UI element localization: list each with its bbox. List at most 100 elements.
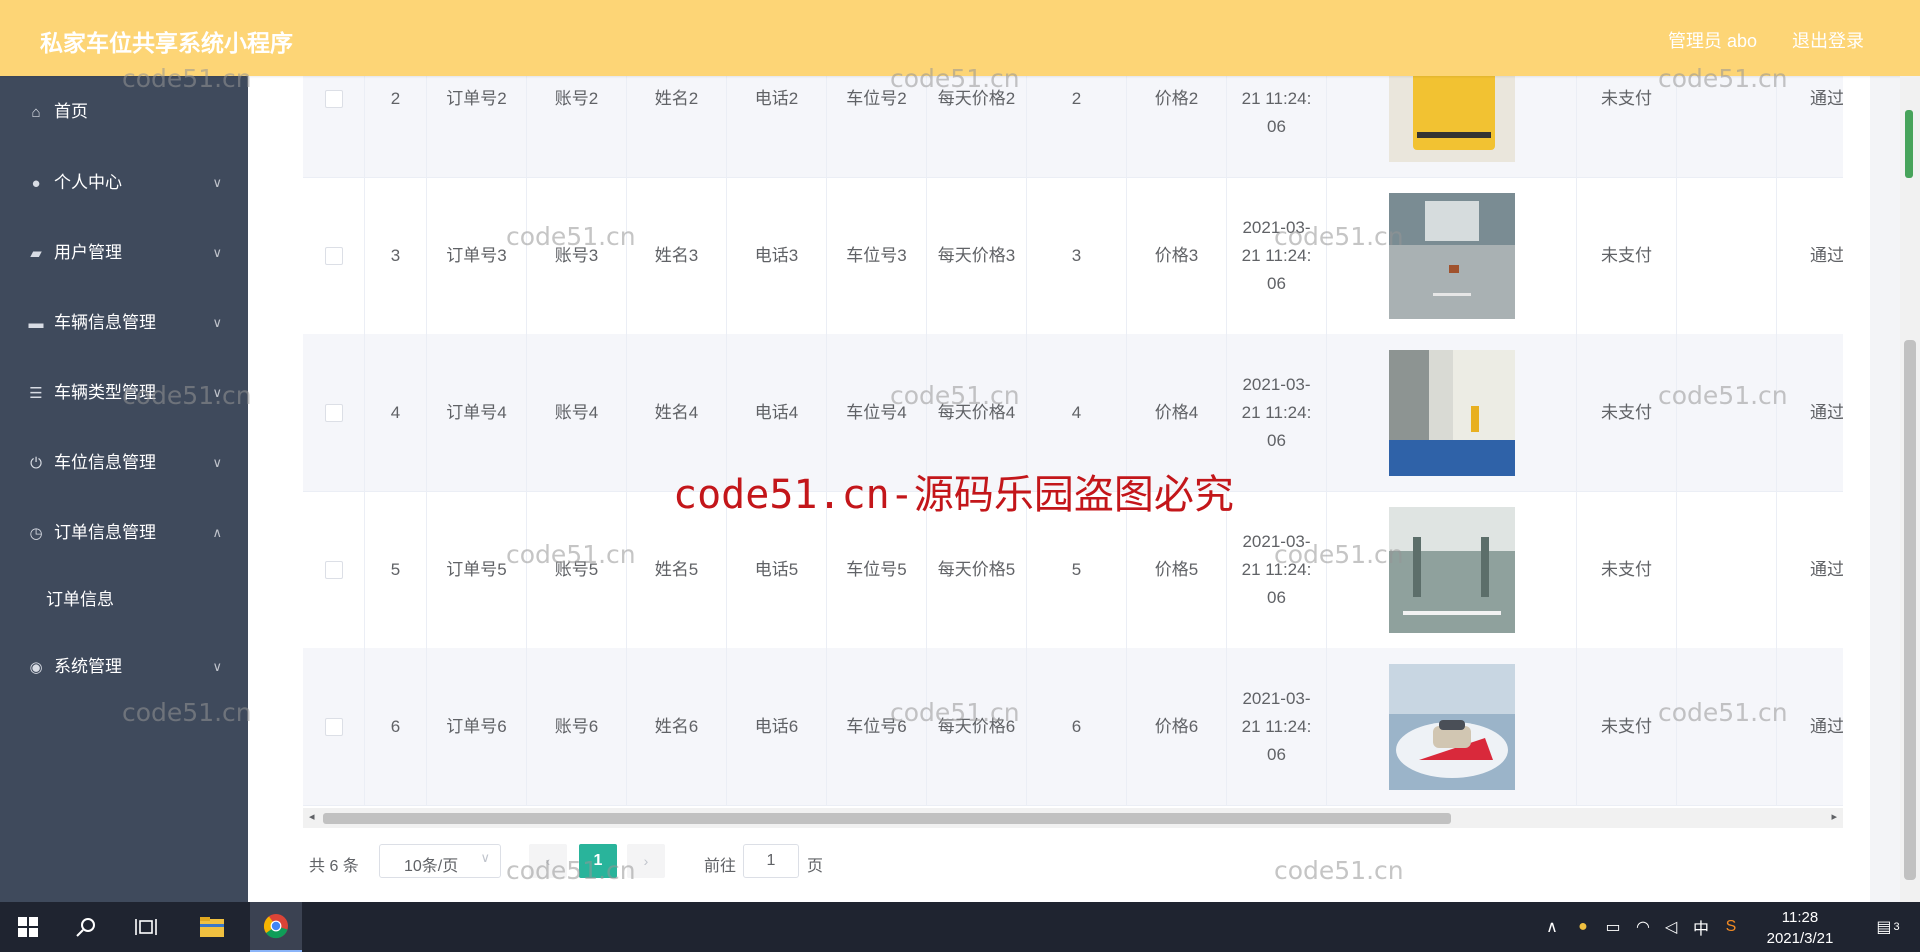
sidebar-menu: ⌂ 首页 ● 个人中心 ∨ ▰ 用户管理 ∨ ▬ 车辆信息管理 ∨ ☰ 车辆类型管理 ∨ … xyxy=(0,76,248,902)
page-number-current[interactable]: 1 xyxy=(579,844,617,878)
prev-page-button[interactable]: ‹ xyxy=(529,844,567,878)
sidebar-item-order-management[interactable]: ◷ 订单信息管理 ∧ xyxy=(0,498,248,568)
logout-button[interactable]: 退出登录 xyxy=(1792,31,1864,51)
empty-cell xyxy=(1677,334,1777,491)
tray-battery[interactable]: ▭ xyxy=(1600,902,1626,952)
goto-label: 前往 xyxy=(704,858,737,875)
parking-sign-photo xyxy=(1388,76,1515,162)
review-status[interactable]: 通过 xyxy=(1777,334,1843,491)
days: 2 xyxy=(1027,76,1127,177)
user-icon: ● xyxy=(31,175,41,192)
space-photo xyxy=(1327,491,1577,648)
space-number: 车位号4 xyxy=(827,334,927,491)
account: 账号6 xyxy=(527,648,627,805)
account: 账号2 xyxy=(527,76,627,177)
sidebar-item-label: 订单信息管理 xyxy=(54,523,156,542)
tray-app-1[interactable]: ● xyxy=(1570,902,1596,952)
file-explorer-button[interactable] xyxy=(190,902,234,952)
chevron-down-icon: ∨ xyxy=(212,659,222,674)
table-row: 3 订单号3 账号3 姓名3 电话3 车位号3 每天价格3 3 价格3 2021… xyxy=(303,177,1843,335)
taskbar-clock[interactable]: 11:28 2021/3/21 xyxy=(1740,907,1860,949)
phone: 电话6 xyxy=(727,648,827,805)
page-size-select[interactable]: 10条/页 ∨ xyxy=(379,844,501,878)
folder-icon xyxy=(200,917,224,937)
space-photo xyxy=(1327,177,1577,334)
parking-lane-photo xyxy=(1388,349,1515,476)
row-checkbox[interactable] xyxy=(324,403,343,422)
scroll-left-icon[interactable]: ◂ xyxy=(309,810,315,823)
sidebar-item-parking-space[interactable]: ⏻ 车位信息管理 ∨ xyxy=(0,428,248,498)
customer-name: 姓名4 xyxy=(627,334,727,491)
wifi-icon: ◠ xyxy=(1636,919,1650,936)
notification-count: 3 xyxy=(1893,921,1900,933)
car-photo xyxy=(1388,663,1515,790)
order-number: 订单号6 xyxy=(427,648,527,805)
order-table: 2 订单号2 账号2 姓名2 电话2 车位号2 每天价格2 2 价格2 2021… xyxy=(303,76,1843,808)
clock-time: 11:28 xyxy=(1781,909,1819,926)
sidebar-item-label: 车辆信息管理 xyxy=(54,313,156,332)
customer-name: 姓名6 xyxy=(627,648,727,805)
order-number: 订单号2 xyxy=(427,76,527,177)
chevron-right-icon: › xyxy=(643,853,649,869)
scroll-right-icon[interactable]: ▸ xyxy=(1831,810,1837,823)
notification-icon: ▤ xyxy=(1876,919,1892,936)
account: 账号4 xyxy=(527,334,627,491)
row-checkbox[interactable] xyxy=(324,89,343,108)
chrome-button[interactable] xyxy=(250,902,302,952)
daily-price: 每天价格3 xyxy=(927,177,1027,334)
sidebar-item-vehicle-type[interactable]: ☰ 车辆类型管理 ∨ xyxy=(0,358,248,428)
sidebar-subitem-order-info[interactable]: 订单信息 xyxy=(0,568,248,632)
sidebar-item-home[interactable]: ⌂ 首页 xyxy=(0,76,248,148)
row-index: 5 xyxy=(365,491,427,648)
chevron-down-icon: ∨ xyxy=(480,850,490,865)
review-status[interactable]: 通过 xyxy=(1777,177,1843,334)
total-count: 共 6 条 xyxy=(309,858,359,875)
empty-cell xyxy=(1677,491,1777,648)
review-status[interactable]: 通过 xyxy=(1777,491,1843,648)
goto-page-input[interactable]: 1 xyxy=(743,844,799,878)
empty-cell xyxy=(1677,648,1777,805)
tray-ime[interactable]: 中 xyxy=(1688,902,1714,952)
windows-start-button[interactable] xyxy=(6,902,50,952)
chevron-down-icon: ∨ xyxy=(212,385,222,400)
monitor-icon: ▬ xyxy=(28,315,44,332)
review-status[interactable]: 通过 xyxy=(1777,648,1843,805)
tray-volume[interactable]: ◁ xyxy=(1658,902,1684,952)
price: 价格3 xyxy=(1127,177,1227,334)
sliders-icon: ☰ xyxy=(29,385,43,402)
search-button[interactable] xyxy=(64,902,108,952)
order-time: 2021-03-21 11:24:06 xyxy=(1227,76,1327,177)
tray-network[interactable]: ◠ xyxy=(1630,902,1656,952)
scrollbar-thumb[interactable] xyxy=(323,813,1451,824)
qq-icon: ● xyxy=(1578,918,1588,935)
chevron-down-icon: ∨ xyxy=(212,315,222,330)
action-center-button[interactable]: ▤ 3 xyxy=(1868,902,1908,952)
sidebar-item-label: 用户管理 xyxy=(54,243,122,262)
home-icon: ⌂ xyxy=(31,104,41,121)
sidebar-item-personal-center[interactable]: ● 个人中心 ∨ xyxy=(0,148,248,218)
sidebar-item-system[interactable]: ◉ 系统管理 ∨ xyxy=(0,632,248,702)
sidebar-item-user-management[interactable]: ▰ 用户管理 ∨ xyxy=(0,218,248,288)
vertical-scrollbar[interactable] xyxy=(1900,76,1920,902)
speaker-icon: ◁ xyxy=(1664,919,1678,936)
price: 价格6 xyxy=(1127,648,1227,805)
chevron-up-icon: ∧ xyxy=(212,525,222,540)
review-status[interactable]: 通过 xyxy=(1777,76,1843,177)
garage-photo xyxy=(1388,192,1515,319)
task-view-button[interactable] xyxy=(124,902,168,952)
row-checkbox[interactable] xyxy=(324,560,343,579)
power-icon: ⏻ xyxy=(30,455,42,472)
price: 价格5 xyxy=(1127,491,1227,648)
scrollbar-thumb[interactable] xyxy=(1904,340,1916,880)
next-page-button[interactable]: › xyxy=(627,844,665,878)
sidebar-item-vehicle-info[interactable]: ▬ 车辆信息管理 ∨ xyxy=(0,288,248,358)
empty-cell xyxy=(1677,76,1777,177)
horizontal-scrollbar[interactable]: ◂ ▸ xyxy=(303,808,1843,828)
row-checkbox[interactable] xyxy=(324,246,343,265)
days: 6 xyxy=(1027,648,1127,805)
empty-cell xyxy=(1677,177,1777,334)
row-checkbox[interactable] xyxy=(324,717,343,736)
days: 4 xyxy=(1027,334,1127,491)
pin-icon: ◉ xyxy=(29,659,43,676)
show-hidden-icons[interactable]: ∧ xyxy=(1540,902,1564,952)
